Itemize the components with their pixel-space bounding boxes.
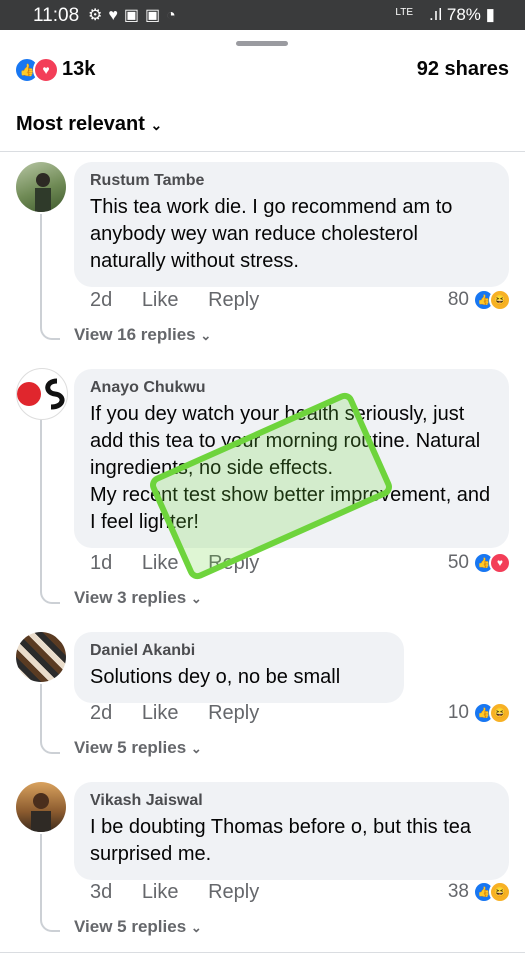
love-icon: ♥ xyxy=(489,552,511,574)
comment-actions: 2d Like Reply xyxy=(90,289,283,312)
comment-bubble[interactable]: Vikash Jaiswal I be doubting Thomas befo… xyxy=(74,782,509,880)
reply-thread-line xyxy=(40,834,60,932)
haha-icon: 😆 xyxy=(489,289,511,311)
network-indicator: LTE xyxy=(395,7,413,18)
comment-reactions[interactable]: 80 👍 😆 xyxy=(448,289,511,311)
chevron-down-icon: ⌄ xyxy=(150,117,163,133)
status-time: 11:08 xyxy=(33,5,80,26)
comment-text: Solutions dey o, no be small xyxy=(90,666,341,688)
comment-author[interactable]: Anayo Chukwu xyxy=(90,379,493,397)
comment-reactions[interactable]: 50 👍 ♥ xyxy=(448,552,511,574)
reply-thread-line xyxy=(40,420,60,604)
reaction-count: 50 xyxy=(447,552,469,573)
chevron-down-icon: ⌄ xyxy=(190,920,202,935)
sort-label: Most relevant xyxy=(16,113,145,135)
battery-level: 78% xyxy=(446,5,481,24)
comment-time: 3d xyxy=(90,881,113,903)
like-button[interactable]: Like xyxy=(142,881,179,903)
view-replies-label: View 16 replies xyxy=(74,325,196,344)
comment-author[interactable]: Vikash Jaiswal xyxy=(90,792,493,810)
avatar[interactable] xyxy=(16,782,66,832)
comment-bubble[interactable]: Rustum Tambe This tea work die. I go rec… xyxy=(74,162,509,287)
comment-time: 1d xyxy=(90,552,113,574)
sort-dropdown[interactable]: Most relevant ⌄ xyxy=(16,113,162,136)
reaction-count: 13k xyxy=(62,58,96,80)
reply-thread-line xyxy=(40,684,60,754)
battery-indicator: .ıl 78% ▮ xyxy=(428,5,495,24)
comment-reactions[interactable]: 38 👍 😆 xyxy=(448,881,511,903)
view-replies-link[interactable]: View 16 replies ⌄ xyxy=(74,325,211,345)
reaction-count: 10 xyxy=(447,702,469,723)
reaction-count: 38 xyxy=(447,881,469,902)
person-icon xyxy=(35,173,51,212)
haha-icon: 😆 xyxy=(489,881,511,903)
comment-reactions[interactable]: 10 👍 😆 xyxy=(448,702,511,724)
reply-button[interactable]: Reply xyxy=(208,881,259,903)
comment-text: This tea work die. I go recommend am to … xyxy=(90,196,453,272)
view-replies-link[interactable]: View 5 replies ⌄ xyxy=(74,738,202,758)
chevron-down-icon: ⌄ xyxy=(200,328,212,343)
comment-time: 2d xyxy=(90,289,113,311)
reply-button[interactable]: Reply xyxy=(208,702,259,724)
like-button[interactable]: Like xyxy=(142,552,179,574)
shares-count[interactable]: 92 shares xyxy=(417,58,509,81)
reply-thread-line xyxy=(40,214,60,340)
comment-time: 2d xyxy=(90,702,113,724)
divider xyxy=(0,952,525,953)
comment-text: I be doubting Thomas before o, but this … xyxy=(90,816,471,865)
comment-author[interactable]: Rustum Tambe xyxy=(90,172,493,190)
view-replies-label: View 3 replies xyxy=(74,588,187,607)
reaction-count: 80 xyxy=(447,289,469,310)
comment-author[interactable]: Daniel Akanbi xyxy=(90,642,388,660)
avatar[interactable] xyxy=(16,368,68,420)
person-icon xyxy=(31,793,51,832)
view-replies-label: View 5 replies xyxy=(74,738,187,757)
chevron-down-icon: ⌄ xyxy=(190,741,202,756)
avatar[interactable] xyxy=(16,632,66,682)
chevron-down-icon: ⌄ xyxy=(190,591,202,606)
avatar[interactable] xyxy=(16,162,66,212)
like-button[interactable]: Like xyxy=(142,702,179,724)
notification-icons: ⚙♥▣▣◔ xyxy=(88,7,182,24)
view-replies-link[interactable]: View 5 replies ⌄ xyxy=(74,917,202,937)
view-replies-label: View 5 replies xyxy=(74,917,187,936)
comment-actions: 2d Like Reply xyxy=(90,702,283,725)
love-icon: ♥ xyxy=(33,57,59,83)
divider xyxy=(0,151,525,152)
view-replies-link[interactable]: View 3 replies ⌄ xyxy=(74,588,202,608)
status-bar: 11:08 ⚙♥▣▣◔ LTE .ıl 78% ▮ xyxy=(0,0,525,30)
logo-icon xyxy=(17,378,65,410)
drag-handle[interactable] xyxy=(236,41,288,46)
haha-icon: 😆 xyxy=(489,702,511,724)
reply-button[interactable]: Reply xyxy=(208,289,259,311)
comment-bubble[interactable]: Daniel Akanbi Solutions dey o, no be sma… xyxy=(74,632,404,703)
comment-actions: 3d Like Reply xyxy=(90,881,283,904)
like-button[interactable]: Like xyxy=(142,289,179,311)
